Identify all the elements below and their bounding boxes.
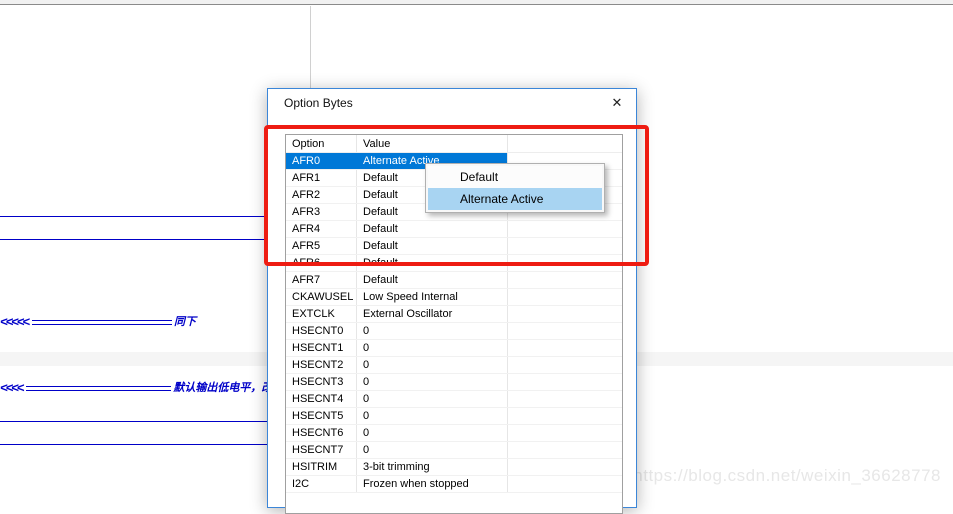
ink-annotation-default-low-level: <<<< 默认输出低电平，改 [0, 381, 272, 395]
value-cell: 0 [357, 408, 508, 424]
annotation-leader-line [26, 386, 171, 391]
table-row[interactable]: HSECNT2 0 [286, 357, 622, 374]
option-cell: I2C [286, 476, 357, 492]
empty-cell [508, 272, 622, 288]
schematic-line-1 [0, 216, 268, 217]
value-cell: 0 [357, 391, 508, 407]
annotation-leader-line [32, 320, 172, 325]
option-cell: HSECNT6 [286, 425, 357, 441]
table-row[interactable]: HSECNT1 0 [286, 340, 622, 357]
option-cell: HSECNT0 [286, 323, 357, 339]
annotation-label: 默认输出低电平，改 [171, 381, 272, 395]
table-row[interactable]: CKAWUSEL Low Speed Internal [286, 289, 622, 306]
empty-cell [508, 442, 622, 458]
option-cell: HSECNT2 [286, 357, 357, 373]
table-row[interactable]: HSECNT7 0 [286, 442, 622, 459]
schematic-line-3 [0, 421, 268, 422]
table-row[interactable]: EXTCLK External Oscillator [286, 306, 622, 323]
empty-cell [508, 323, 622, 339]
option-cell: HSITRIM [286, 459, 357, 475]
value-cell: 0 [357, 374, 508, 390]
empty-cell [508, 391, 622, 407]
value-cell: Low Speed Internal [357, 289, 508, 305]
table-row[interactable]: HSECNT5 0 [286, 408, 622, 425]
chevron-arrows-icon: <<<< [0, 381, 26, 395]
empty-cell [508, 357, 622, 373]
option-cell: EXTCLK [286, 306, 357, 322]
empty-cell [508, 459, 622, 475]
table-row[interactable]: HSECNT4 0 [286, 391, 622, 408]
option-cell: HSECNT7 [286, 442, 357, 458]
empty-cell [508, 306, 622, 322]
table-row[interactable]: I2C Frozen when stopped [286, 476, 622, 493]
annotation-label: 同下 [172, 315, 196, 329]
value-cell: 0 [357, 442, 508, 458]
table-row[interactable]: HSECNT6 0 [286, 425, 622, 442]
value-cell: 0 [357, 357, 508, 373]
close-button[interactable]: ✕ [600, 89, 634, 116]
value-cell: 0 [357, 425, 508, 441]
option-cell: HSECNT4 [286, 391, 357, 407]
red-marker-rectangle [264, 125, 649, 266]
table-row[interactable]: HSECNT0 0 [286, 323, 622, 340]
ink-annotation-same-as-below: <<<<< 同下 [0, 315, 196, 329]
schematic-line-2 [0, 239, 268, 240]
table-row[interactable]: AFR7 Default [286, 272, 622, 289]
empty-cell [508, 425, 622, 441]
value-cell: Frozen when stopped [357, 476, 508, 492]
empty-cell [508, 374, 622, 390]
empty-cell [508, 340, 622, 356]
watermark: https://blog.csdn.net/weixin_36628778 [633, 466, 941, 486]
empty-cell [508, 289, 622, 305]
value-cell: External Oscillator [357, 306, 508, 322]
close-icon: ✕ [612, 95, 623, 111]
chevron-arrows-icon: <<<<< [0, 315, 32, 329]
value-cell: 0 [357, 323, 508, 339]
dialog-title: Option Bytes [268, 96, 353, 110]
empty-cell [508, 408, 622, 424]
table-row[interactable]: HSECNT3 0 [286, 374, 622, 391]
option-cell: HSECNT5 [286, 408, 357, 424]
option-cell: CKAWUSEL [286, 289, 357, 305]
option-cell: HSECNT1 [286, 340, 357, 356]
option-cell: HSECNT3 [286, 374, 357, 390]
empty-cell [508, 476, 622, 492]
value-cell: Default [357, 272, 508, 288]
value-cell: 0 [357, 340, 508, 356]
schematic-line-4 [0, 444, 268, 445]
dialog-titlebar[interactable]: Option Bytes ✕ [268, 89, 636, 116]
table-row[interactable]: HSITRIM 3-bit trimming [286, 459, 622, 476]
option-cell: AFR7 [286, 272, 357, 288]
value-cell: 3-bit trimming [357, 459, 508, 475]
top-bar [0, 0, 953, 5]
